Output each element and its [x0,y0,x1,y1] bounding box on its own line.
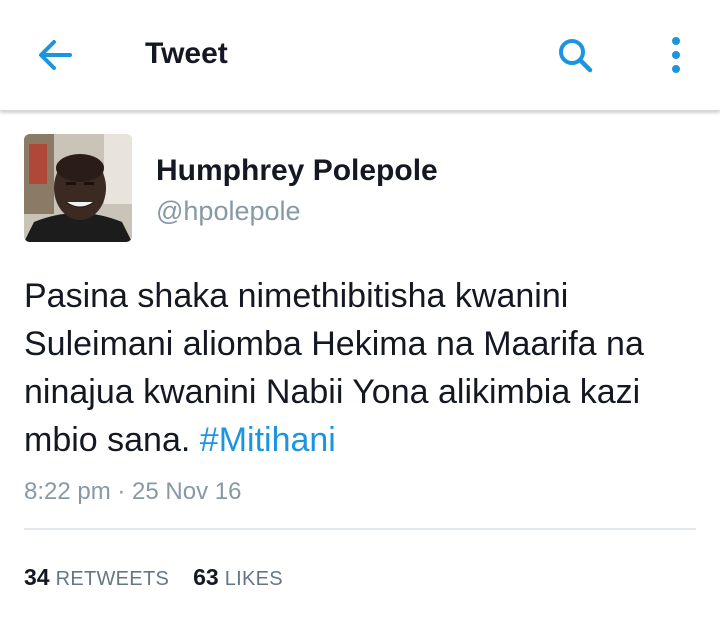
author-handle[interactable]: @hpolepole [156,196,301,227]
top-app-bar: Tweet [0,0,720,111]
likes-stat[interactable]: 63 LIKES [193,564,283,591]
more-vertical-icon [672,37,680,73]
tweet-text: Pasina shaka nimethibitisha kwanini Sule… [24,272,704,464]
retweets-stat[interactable]: 34 RETWEETS [24,564,169,591]
search-button[interactable] [550,32,600,78]
divider [24,528,696,530]
back-button[interactable] [30,32,80,78]
retweets-label: RETWEETS [55,568,170,590]
tweet-timestamp: 8:22 pm · 25 Nov 16 [24,478,242,505]
avatar[interactable] [24,134,132,242]
engagement-stats: 34 RETWEETS 63 LIKES [24,564,283,591]
retweets-count: 34 [24,564,50,590]
likes-label: LIKES [224,568,283,590]
arrow-left-icon [39,40,72,70]
hashtag-link[interactable]: #Mitihani [200,421,336,459]
author-name[interactable]: Humphrey Polepole [156,154,438,188]
profile-photo-icon [24,134,132,242]
search-icon [559,39,593,73]
more-options-button[interactable] [656,32,696,78]
likes-count: 63 [193,564,219,590]
page-title: Tweet [145,37,228,70]
